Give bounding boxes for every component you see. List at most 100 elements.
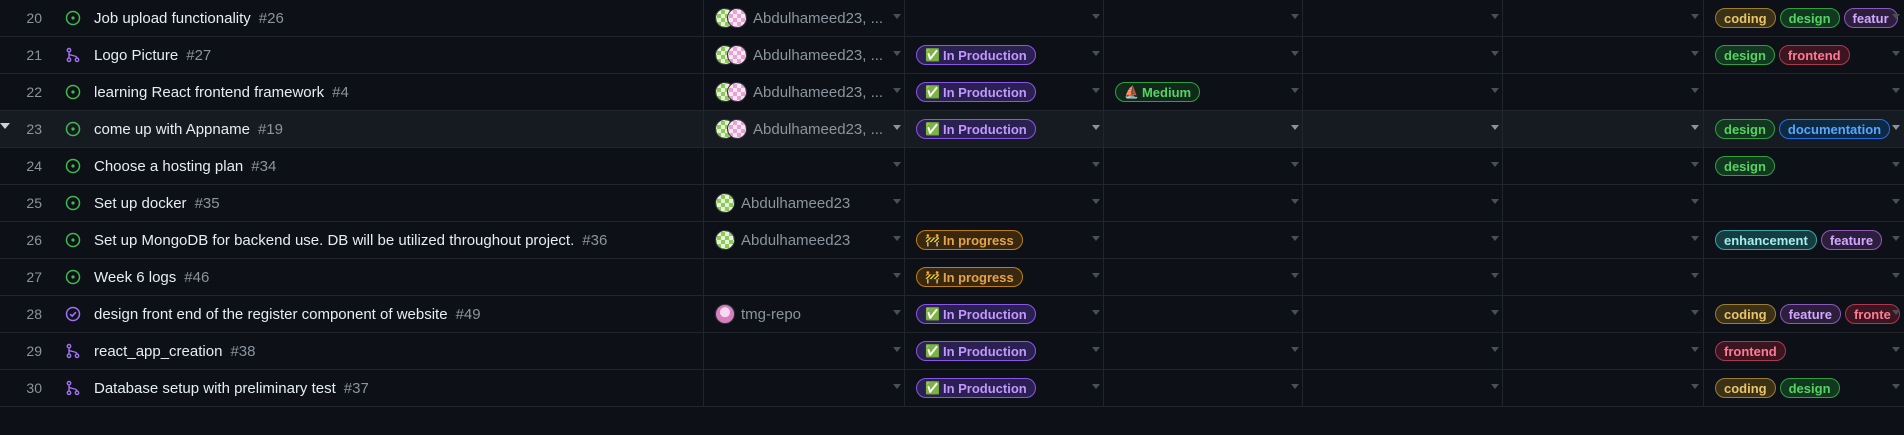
field-cell[interactable] [1502, 74, 1702, 110]
field-cell[interactable] [1302, 333, 1502, 369]
chevron-down-icon[interactable] [1691, 384, 1699, 389]
table-row[interactable]: 26 Set up MongoDB for backend use. DB wil… [0, 222, 1904, 259]
status-pill[interactable]: ✅ In Production [916, 304, 1036, 324]
chevron-down-icon[interactable] [1491, 14, 1499, 19]
chevron-down-icon[interactable] [1291, 162, 1299, 167]
chevron-down-icon[interactable] [893, 236, 901, 241]
field-cell[interactable] [1302, 148, 1502, 184]
status-cell[interactable]: ✅ In Production [904, 111, 1102, 147]
field-cell[interactable] [1502, 111, 1702, 147]
chevron-down-icon[interactable] [1892, 310, 1900, 315]
priority-cell[interactable] [1103, 0, 1301, 36]
label-pill[interactable]: frontend [1778, 45, 1850, 65]
assignees-cell[interactable] [703, 333, 903, 369]
label-pill[interactable]: coding [1715, 304, 1776, 324]
label-pill[interactable]: design [1779, 8, 1840, 28]
chevron-down-icon[interactable] [1092, 14, 1100, 19]
issue-title-cell[interactable]: react_app_creation #38 [60, 333, 700, 369]
status-cell[interactable]: ✅ In Production [904, 37, 1102, 73]
chevron-down-icon[interactable] [1892, 273, 1900, 278]
status-pill[interactable]: ✅ In Production [916, 341, 1036, 361]
field-cell[interactable] [1302, 37, 1502, 73]
table-row[interactable]: 21 Logo Picture #27 Abdulhameed23, ... ✅ In P… [0, 37, 1904, 74]
status-cell[interactable]: ✅ In Production [904, 296, 1102, 332]
chevron-down-icon[interactable] [1892, 125, 1900, 130]
issue-title[interactable]: Set up docker [94, 195, 187, 212]
labels-cell[interactable]: design [1703, 148, 1904, 184]
priority-cell[interactable] [1103, 333, 1301, 369]
label-pill[interactable]: documentation [1778, 119, 1891, 139]
labels-cell[interactable]: coding design featur [1703, 0, 1904, 36]
chevron-down-icon[interactable] [1892, 14, 1900, 19]
chevron-down-icon[interactable] [1092, 125, 1100, 130]
issue-title[interactable]: design front end of the register compone… [94, 306, 448, 323]
chevron-down-icon[interactable] [893, 273, 901, 278]
labels-cell[interactable]: design documentation [1703, 111, 1904, 147]
chevron-down-icon[interactable] [1291, 14, 1299, 19]
chevron-down-icon[interactable] [1092, 347, 1100, 352]
table-row[interactable]: 20 Job upload functionality #26 Abdulhameed… [0, 0, 1904, 37]
field-cell[interactable] [1502, 185, 1702, 221]
status-pill[interactable]: ✅ In Production [916, 378, 1036, 398]
status-cell[interactable] [904, 148, 1102, 184]
chevron-down-icon[interactable] [1691, 14, 1699, 19]
priority-cell[interactable] [1103, 148, 1301, 184]
issue-title-cell[interactable]: learning React frontend framework #4 [60, 74, 700, 110]
priority-pill[interactable]: ⛵ Medium [1115, 82, 1201, 102]
status-cell[interactable]: ✅ In Production [904, 74, 1102, 110]
chevron-down-icon[interactable] [1491, 310, 1499, 315]
status-pill[interactable]: 🚧 In progress [916, 267, 1023, 287]
table-row[interactable]: 27 Week 6 logs #46 🚧 In progress [0, 259, 1904, 296]
label-pill[interactable]: coding [1715, 8, 1776, 28]
assignees-cell[interactable] [703, 370, 903, 406]
chevron-down-icon[interactable] [1691, 162, 1699, 167]
issue-title-cell[interactable]: Week 6 logs #46 [60, 259, 700, 295]
field-cell[interactable] [1302, 296, 1502, 332]
status-cell[interactable]: ✅ In Production [904, 370, 1102, 406]
chevron-down-icon[interactable] [1892, 162, 1900, 167]
field-cell[interactable] [1502, 37, 1702, 73]
assignees-cell[interactable]: tmg-repo [703, 296, 903, 332]
field-cell[interactable] [1302, 370, 1502, 406]
label-pill[interactable]: enhancement [1715, 230, 1817, 250]
chevron-down-icon[interactable] [1491, 384, 1499, 389]
labels-cell[interactable] [1703, 185, 1904, 221]
labels-cell[interactable] [1703, 74, 1904, 110]
priority-cell[interactable] [1103, 296, 1301, 332]
chevron-down-icon[interactable] [1291, 347, 1299, 352]
chevron-down-icon[interactable] [1291, 236, 1299, 241]
chevron-down-icon[interactable] [1291, 51, 1299, 56]
chevron-down-icon[interactable] [1291, 88, 1299, 93]
chevron-down-icon[interactable] [1092, 273, 1100, 278]
chevron-down-icon[interactable] [1691, 236, 1699, 241]
chevron-down-icon[interactable] [1092, 199, 1100, 204]
field-cell[interactable] [1302, 222, 1502, 258]
label-pill[interactable]: feature [1779, 304, 1841, 324]
status-pill[interactable]: ✅ In Production [916, 119, 1036, 139]
field-cell[interactable] [1302, 111, 1502, 147]
issue-title[interactable]: come up with Appname [94, 121, 250, 138]
labels-cell[interactable]: coding design [1703, 370, 1904, 406]
status-pill[interactable]: 🚧 In progress [916, 230, 1023, 250]
chevron-down-icon[interactable] [893, 14, 901, 19]
table-row[interactable]: 24 Choose a hosting plan #34 design [0, 148, 1904, 185]
issue-title-cell[interactable]: Job upload functionality #26 [60, 0, 700, 36]
field-cell[interactable] [1502, 370, 1702, 406]
assignees-cell[interactable]: Abdulhameed23, ... [703, 74, 903, 110]
labels-cell[interactable]: frontend [1703, 333, 1904, 369]
assignees-cell[interactable]: Abdulhameed23, ... [703, 111, 903, 147]
chevron-down-icon[interactable] [1491, 162, 1499, 167]
issue-title-cell[interactable]: come up with Appname #19 [60, 111, 700, 147]
chevron-down-icon[interactable] [1892, 384, 1900, 389]
priority-cell[interactable] [1103, 222, 1301, 258]
table-row[interactable]: 23 come up with Appname #19 Abdulhameed23, … [0, 111, 1904, 148]
chevron-down-icon[interactable] [1491, 51, 1499, 56]
chevron-down-icon[interactable] [1691, 273, 1699, 278]
labels-cell[interactable]: design frontend [1703, 37, 1904, 73]
priority-cell[interactable] [1103, 370, 1301, 406]
chevron-down-icon[interactable] [893, 88, 901, 93]
chevron-down-icon[interactable] [1092, 51, 1100, 56]
status-cell[interactable] [904, 185, 1102, 221]
chevron-down-icon[interactable] [893, 199, 901, 204]
issue-title[interactable]: Week 6 logs [94, 269, 176, 286]
